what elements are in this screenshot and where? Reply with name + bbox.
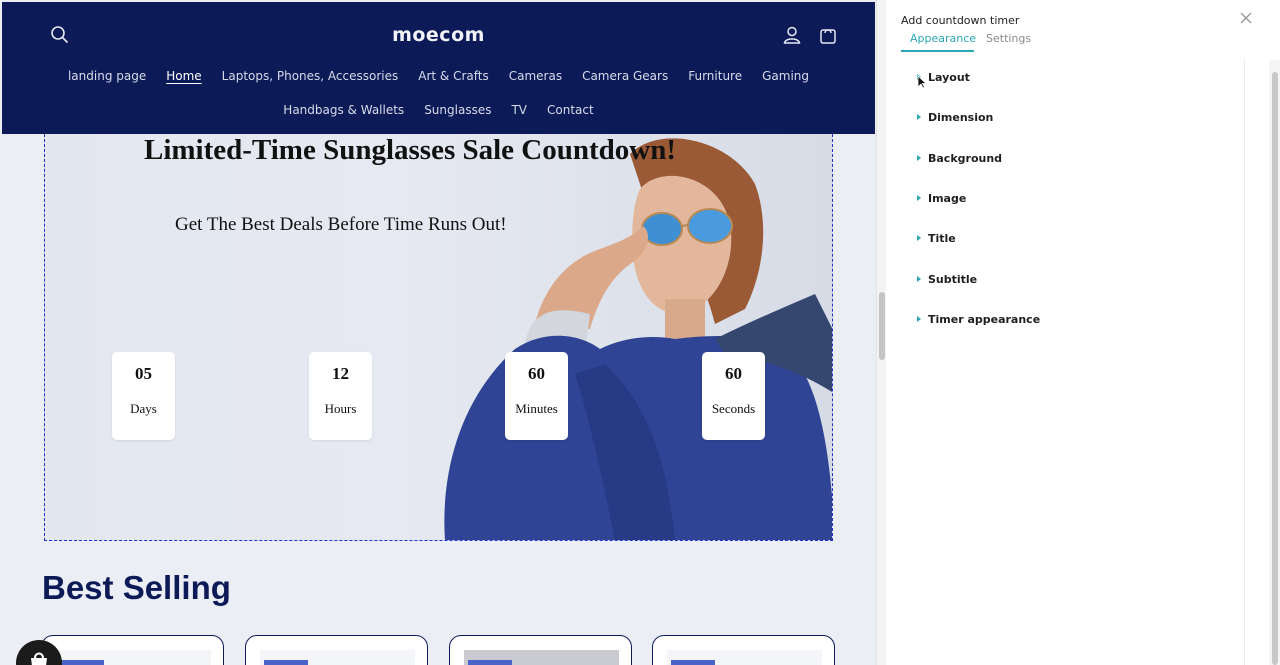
preview-scrollbar-thumb[interactable] [879, 292, 885, 360]
product-image [464, 650, 619, 665]
store-header: moecom landing page Home Laptops, Phones… [2, 2, 875, 134]
section-label: Background [928, 151, 1003, 165]
nav-link-gaming[interactable]: Gaming [762, 69, 809, 83]
timer-minutes-label: Minutes [515, 401, 558, 416]
nav-link-handbags[interactable]: Handbags & Wallets [283, 103, 404, 117]
store-logo[interactable]: moecom [2, 24, 875, 46]
main-nav-row-1: landing page Home Laptops, Phones, Acces… [2, 69, 875, 83]
countdown-hero-section[interactable]: Limited-Time Sunglasses Sale Countdown! … [44, 134, 833, 541]
nav-link-furniture[interactable]: Furniture [688, 69, 742, 83]
timer-hours-label: Hours [324, 401, 357, 416]
nav-link-camera-gears[interactable]: Camera Gears [582, 69, 668, 83]
section-label: Timer appearance [928, 312, 1041, 326]
timer-minutes-value: 60 [528, 364, 545, 383]
caret-right-icon [917, 155, 921, 161]
timer-days: 05 Days [112, 352, 175, 440]
nav-link-home[interactable]: Home [166, 69, 201, 83]
nav-link-landing-page[interactable]: landing page [68, 69, 146, 83]
section-subtitle[interactable]: Subtitle [917, 269, 977, 289]
timer-days-value: 05 [135, 364, 152, 383]
section-label: Dimension [928, 110, 994, 124]
panel-scrollbar[interactable] [1269, 60, 1280, 665]
account-icon[interactable] [781, 24, 803, 46]
section-image[interactable]: Image [917, 188, 966, 208]
nav-link-tv[interactable]: TV [511, 103, 527, 117]
main-nav-row-2: Handbags & Wallets Sunglasses TV Contact [2, 103, 875, 117]
mouse-pointer-icon [917, 75, 927, 89]
panel-scrollbar-thumb[interactable] [1272, 72, 1278, 665]
tab-appearance[interactable]: Appearance [910, 32, 976, 45]
product-card[interactable] [41, 635, 224, 665]
panel-title: Add countdown timer [901, 14, 1020, 27]
product-image [667, 650, 822, 665]
shopify-bag-icon[interactable] [16, 640, 62, 665]
timer-minutes: 60 Minutes [505, 352, 568, 440]
timer-seconds: 60 Seconds [702, 352, 765, 440]
countdown-settings-panel: Add countdown timer Appearance Settings … [887, 0, 1280, 665]
timer-hours: 12 Hours [309, 352, 372, 440]
timer-seconds-value: 60 [725, 364, 742, 383]
close-icon[interactable] [1239, 11, 1253, 25]
caret-right-icon [917, 276, 921, 282]
section-timer-appearance[interactable]: Timer appearance [917, 309, 1040, 329]
timer-hours-value: 12 [332, 364, 349, 383]
best-selling-heading: Best Selling [42, 569, 231, 606]
product-image [56, 650, 211, 665]
timer-seconds-label: Seconds [711, 401, 756, 416]
panel-sections: Layout Dimension Background Image Title … [887, 60, 1245, 665]
active-tab-indicator [901, 50, 974, 52]
cart-icon[interactable] [817, 24, 839, 46]
caret-right-icon [917, 114, 921, 120]
product-card[interactable] [449, 635, 632, 665]
nav-link-contact[interactable]: Contact [547, 103, 594, 117]
product-card[interactable] [652, 635, 835, 665]
product-card[interactable] [245, 635, 428, 665]
caret-right-icon [917, 235, 921, 241]
timer-days-label: Days [130, 401, 157, 416]
hero-model-image [444, 138, 832, 540]
nav-link-laptops[interactable]: Laptops, Phones, Accessories [222, 69, 399, 83]
nav-link-sunglasses[interactable]: Sunglasses [424, 103, 491, 117]
preview-scrollbar[interactable] [876, 0, 886, 665]
countdown-title: Limited-Time Sunglasses Sale Countdown! [143, 134, 677, 166]
section-label: Image [928, 191, 967, 205]
product-image [260, 650, 415, 665]
countdown-subtitle: Get The Best Deals Before Time Runs Out! [175, 214, 507, 235]
tab-settings[interactable]: Settings [986, 32, 1031, 45]
section-label: Layout [928, 70, 970, 84]
section-label: Title [928, 231, 956, 245]
section-label: Subtitle [928, 272, 978, 286]
section-dimension[interactable]: Dimension [917, 107, 993, 127]
section-title[interactable]: Title [917, 228, 956, 248]
nav-link-cameras[interactable]: Cameras [509, 69, 562, 83]
shopify-bag-glyph [31, 652, 47, 665]
store-preview: moecom landing page Home Laptops, Phones… [0, 0, 876, 665]
section-background[interactable]: Background [917, 148, 1002, 168]
nav-link-art-crafts[interactable]: Art & Crafts [418, 69, 488, 83]
caret-right-icon [917, 316, 921, 322]
caret-right-icon [917, 195, 921, 201]
